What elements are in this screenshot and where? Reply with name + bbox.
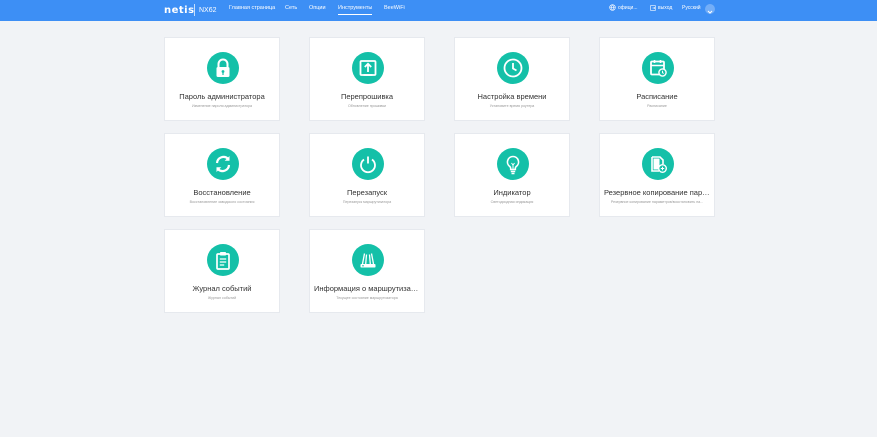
router-icon bbox=[352, 244, 384, 276]
card-title: Информация о маршрутизато... bbox=[314, 284, 420, 293]
nav-options[interactable]: Опции bbox=[309, 3, 326, 14]
logout-label: выход bbox=[658, 5, 673, 11]
language-select[interactable]: Русский bbox=[682, 3, 701, 14]
card-description: Установите время роутера bbox=[489, 104, 535, 108]
card-description: Восстановление заводского состояния bbox=[189, 200, 255, 204]
card-title: Перепрошивка bbox=[340, 92, 394, 101]
card-description: Изменение пароля администратора bbox=[191, 104, 253, 108]
card-title: Настройка времени bbox=[477, 92, 547, 101]
card-firmware-update[interactable]: Перепрошивка Обновление прошивки bbox=[309, 37, 425, 121]
card-description: Текущее состояние маршрутизатора bbox=[336, 296, 398, 300]
chevron-down-icon bbox=[707, 10, 713, 14]
schedule-icon bbox=[642, 52, 674, 84]
backup-icon bbox=[642, 148, 674, 180]
card-title: Расписание bbox=[636, 92, 678, 101]
card-description: Журнал событий bbox=[207, 296, 237, 300]
top-bar: netis NX62 Главная страница Сеть Опции И… bbox=[0, 0, 877, 21]
card-admin-password[interactable]: Пароль администратора Изменение пароля а… bbox=[164, 37, 280, 121]
logout-link[interactable]: выход bbox=[650, 3, 672, 14]
bulb-icon bbox=[497, 148, 529, 180]
card-indicator[interactable]: Индикатор Светодиодная индикация bbox=[454, 133, 570, 217]
card-title: Пароль администратора bbox=[179, 92, 265, 101]
card-restore[interactable]: Восстановление Восстановление заводского… bbox=[164, 133, 280, 217]
card-title: Резервное копирование пара... bbox=[604, 188, 710, 197]
globe-icon bbox=[609, 4, 616, 11]
power-icon bbox=[352, 148, 384, 180]
card-event-log[interactable]: Журнал событий Журнал событий bbox=[164, 229, 280, 313]
card-title: Журнал событий bbox=[192, 284, 252, 293]
card-description: Перезапуск маршрутизатора bbox=[342, 200, 392, 204]
card-backup[interactable]: Резервное копирование пара... Резервное … bbox=[599, 133, 715, 217]
card-router-info[interactable]: Информация о маршрутизато... Текущее сос… bbox=[309, 229, 425, 313]
language-dropdown-button[interactable] bbox=[705, 4, 715, 14]
card-title: Перезапуск bbox=[346, 188, 388, 197]
nav-tools[interactable]: Инструменты bbox=[338, 3, 373, 15]
restore-icon bbox=[207, 148, 239, 180]
log-icon bbox=[207, 244, 239, 276]
nav-beewifi[interactable]: BeeWiFi bbox=[384, 3, 405, 14]
upload-icon bbox=[352, 52, 384, 84]
official-link[interactable]: офици... bbox=[609, 3, 638, 14]
card-title: Индикатор bbox=[493, 188, 531, 197]
nav-home[interactable]: Главная страница bbox=[229, 3, 275, 14]
card-description: Светодиодная индикация bbox=[490, 200, 534, 204]
card-title: Восстановление bbox=[193, 188, 251, 197]
logo: netis bbox=[164, 5, 195, 16]
card-schedule[interactable]: Расписание Расписание bbox=[599, 37, 715, 121]
logo-divider bbox=[194, 4, 195, 16]
lock-icon bbox=[207, 52, 239, 84]
model-name: NX62 bbox=[199, 7, 217, 14]
card-reboot[interactable]: Перезапуск Перезапуск маршрутизатора bbox=[309, 133, 425, 217]
card-description: Расписание bbox=[647, 104, 667, 108]
logout-icon bbox=[650, 4, 656, 11]
nav-network[interactable]: Сеть bbox=[285, 3, 297, 14]
card-time-settings[interactable]: Настройка времени Установите время роуте… bbox=[454, 37, 570, 121]
clock-icon bbox=[497, 52, 529, 84]
card-description: Обновление прошивки bbox=[347, 104, 387, 108]
card-description: Резервное копирование параметров/восстан… bbox=[610, 200, 704, 204]
official-label: офици... bbox=[618, 5, 638, 11]
